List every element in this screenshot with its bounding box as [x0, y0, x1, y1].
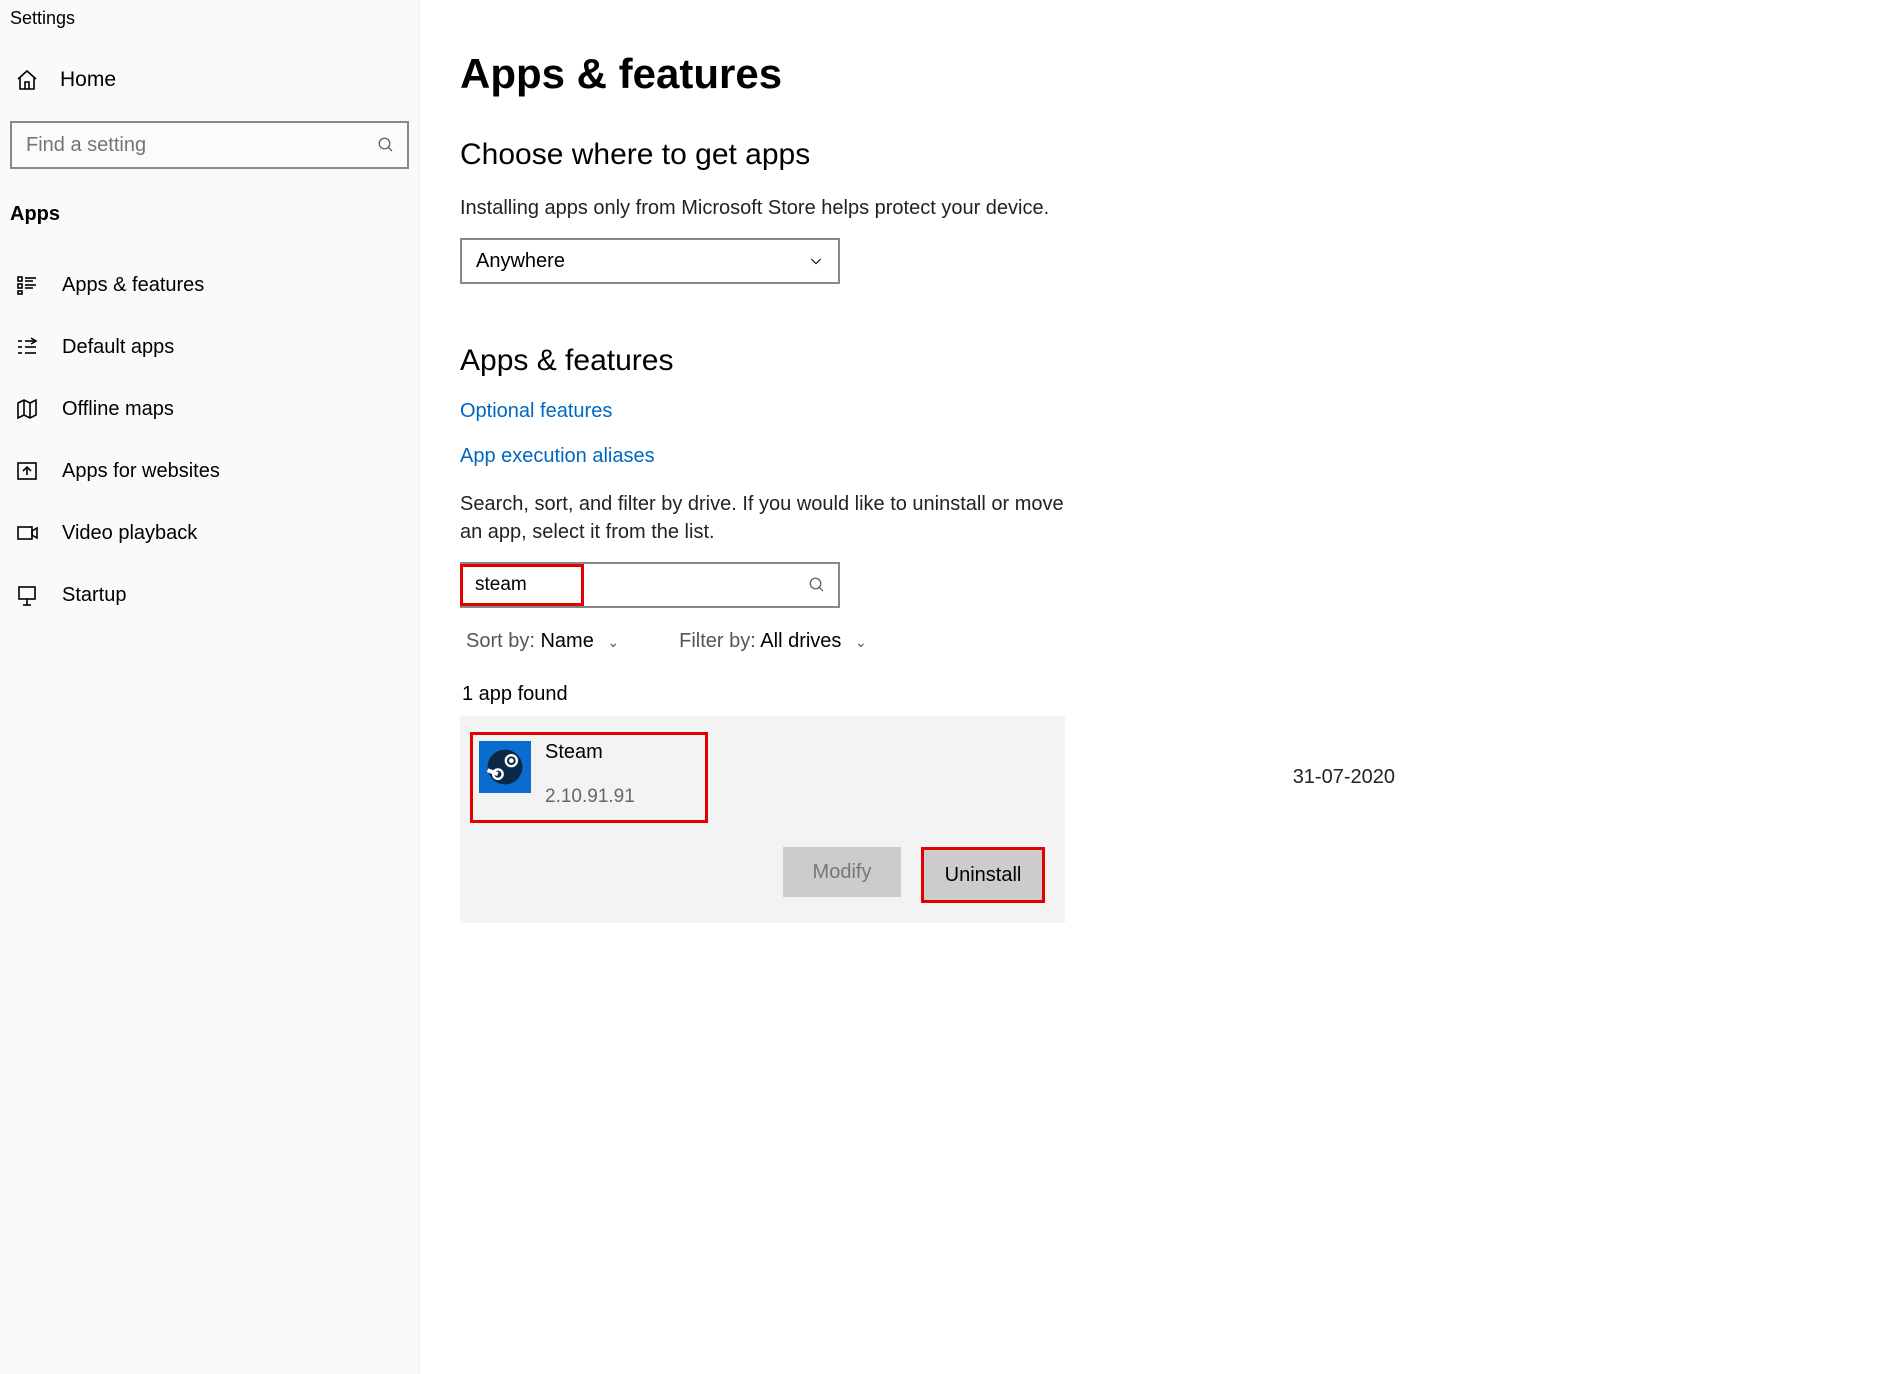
search-icon — [377, 136, 395, 154]
search-icon — [808, 576, 826, 594]
settings-sidebar: Settings Home Apps — [0, 0, 420, 1374]
chevron-down-icon — [808, 253, 824, 269]
sidebar-item-label: Default apps — [62, 336, 174, 359]
app-install-date: 31-07-2020 — [1293, 766, 1395, 789]
result-count: 1 app found — [462, 683, 1280, 706]
apps-websites-icon — [14, 458, 40, 484]
sidebar-item-apps-features[interactable]: Apps & features — [0, 254, 419, 316]
sidebar-search-input[interactable] — [24, 133, 377, 158]
home-label: Home — [60, 68, 116, 92]
filter-help-text: Search, sort, and filter by drive. If yo… — [460, 490, 1070, 546]
chevron-down-icon: ⌄ — [607, 634, 619, 650]
dropdown-value: Anywhere — [476, 250, 565, 273]
uninstall-button[interactable]: Uninstall — [921, 847, 1045, 903]
sidebar-item-label: Apps for websites — [62, 460, 220, 483]
optional-features-link[interactable]: Optional features — [460, 400, 1280, 423]
sidebar-item-label: Startup — [62, 584, 126, 607]
app-list-item[interactable]: Steam 2.10.91.91 31-07-2020 Modify Unins… — [460, 716, 1065, 923]
chevron-down-icon: ⌄ — [855, 634, 867, 650]
sidebar-item-apps-websites[interactable]: Apps for websites — [0, 440, 419, 502]
app-version: 2.10.91.91 — [545, 786, 635, 808]
sort-filter-row: Sort by: Name ⌄ Filter by: All drives ⌄ — [460, 630, 1280, 653]
filter-by-control[interactable]: Filter by: All drives ⌄ — [679, 630, 867, 653]
default-apps-icon — [14, 334, 40, 360]
sidebar-search[interactable] — [10, 121, 409, 169]
main-content: Apps & features Choose where to get apps… — [420, 0, 1320, 1374]
sidebar-category: Apps — [0, 197, 419, 254]
search-term-highlight — [460, 564, 584, 606]
sort-by-control[interactable]: Sort by: Name ⌄ — [466, 630, 619, 653]
home-nav[interactable]: Home — [0, 53, 419, 107]
page-title: Apps & features — [460, 50, 1280, 98]
offline-maps-icon — [14, 396, 40, 422]
sidebar-item-label: Apps & features — [62, 274, 204, 297]
sidebar-item-label: Video playback — [62, 522, 197, 545]
app-name: Steam — [545, 741, 635, 764]
sort-value: Name — [540, 630, 593, 652]
startup-icon — [14, 582, 40, 608]
app-item-highlight: Steam 2.10.91.91 — [470, 732, 708, 823]
modify-button: Modify — [783, 847, 901, 897]
app-execution-aliases-link[interactable]: App execution aliases — [460, 445, 1280, 468]
sidebar-item-startup[interactable]: Startup — [0, 564, 419, 626]
video-playback-icon — [14, 520, 40, 546]
apps-features-heading: Apps & features — [460, 344, 1280, 378]
sidebar-item-label: Offline maps — [62, 398, 174, 421]
apps-search-box[interactable] — [460, 562, 840, 608]
apps-search-input[interactable] — [473, 573, 581, 597]
home-icon — [14, 67, 40, 93]
sort-label: Sort by: — [466, 630, 535, 652]
sidebar-item-default-apps[interactable]: Default apps — [0, 316, 419, 378]
choose-where-heading: Choose where to get apps — [460, 138, 1280, 172]
apps-features-icon — [14, 272, 40, 298]
sidebar-item-offline-maps[interactable]: Offline maps — [0, 378, 419, 440]
choose-where-text: Installing apps only from Microsoft Stor… — [460, 194, 1280, 222]
window-title: Settings — [0, 0, 419, 53]
app-source-dropdown[interactable]: Anywhere — [460, 238, 840, 284]
filter-label: Filter by: — [679, 630, 756, 652]
steam-app-icon — [479, 741, 531, 793]
sidebar-item-video-playback[interactable]: Video playback — [0, 502, 419, 564]
filter-value: All drives — [760, 630, 841, 652]
